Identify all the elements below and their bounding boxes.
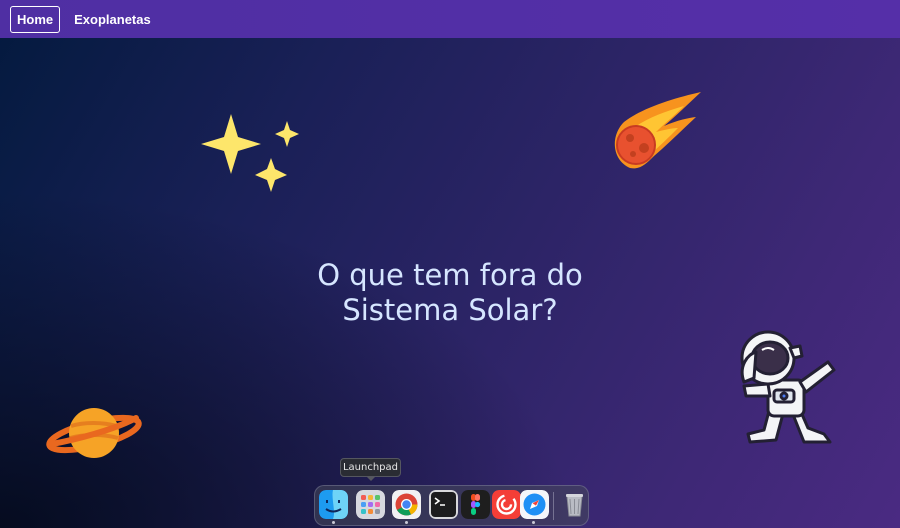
finder-icon[interactable] <box>319 490 348 519</box>
chrome-running-dot <box>405 521 408 524</box>
podcast-icon[interactable] <box>492 490 521 519</box>
comet-icon <box>614 92 701 169</box>
chrome-icon[interactable] <box>392 490 421 519</box>
saturn-icon <box>46 408 142 458</box>
finder-running-dot <box>332 521 335 524</box>
sparkles-icon <box>201 114 299 192</box>
terminal-icon[interactable] <box>429 490 458 519</box>
hero-title-line2: Sistema Solar? <box>342 293 558 327</box>
trash-icon[interactable] <box>560 490 589 519</box>
safari-running-dot <box>532 521 535 524</box>
hero-title-line1: O que tem fora do <box>317 258 583 292</box>
top-navbar: Home Exoplanetas <box>0 0 900 38</box>
launchpad-tooltip: Launchpad <box>340 458 401 477</box>
dock-separator <box>553 492 554 520</box>
nav-exoplanets-link[interactable]: Exoplanetas <box>67 6 158 33</box>
hero-title: O que tem fora do Sistema Solar? <box>0 258 900 328</box>
launchpad-icon[interactable] <box>356 490 385 519</box>
safari-icon[interactable] <box>520 490 549 519</box>
nav-home-link[interactable]: Home <box>10 5 61 33</box>
tooltip-arrow <box>366 476 376 481</box>
figma-icon[interactable] <box>461 490 490 519</box>
astronaut-icon <box>740 330 836 444</box>
